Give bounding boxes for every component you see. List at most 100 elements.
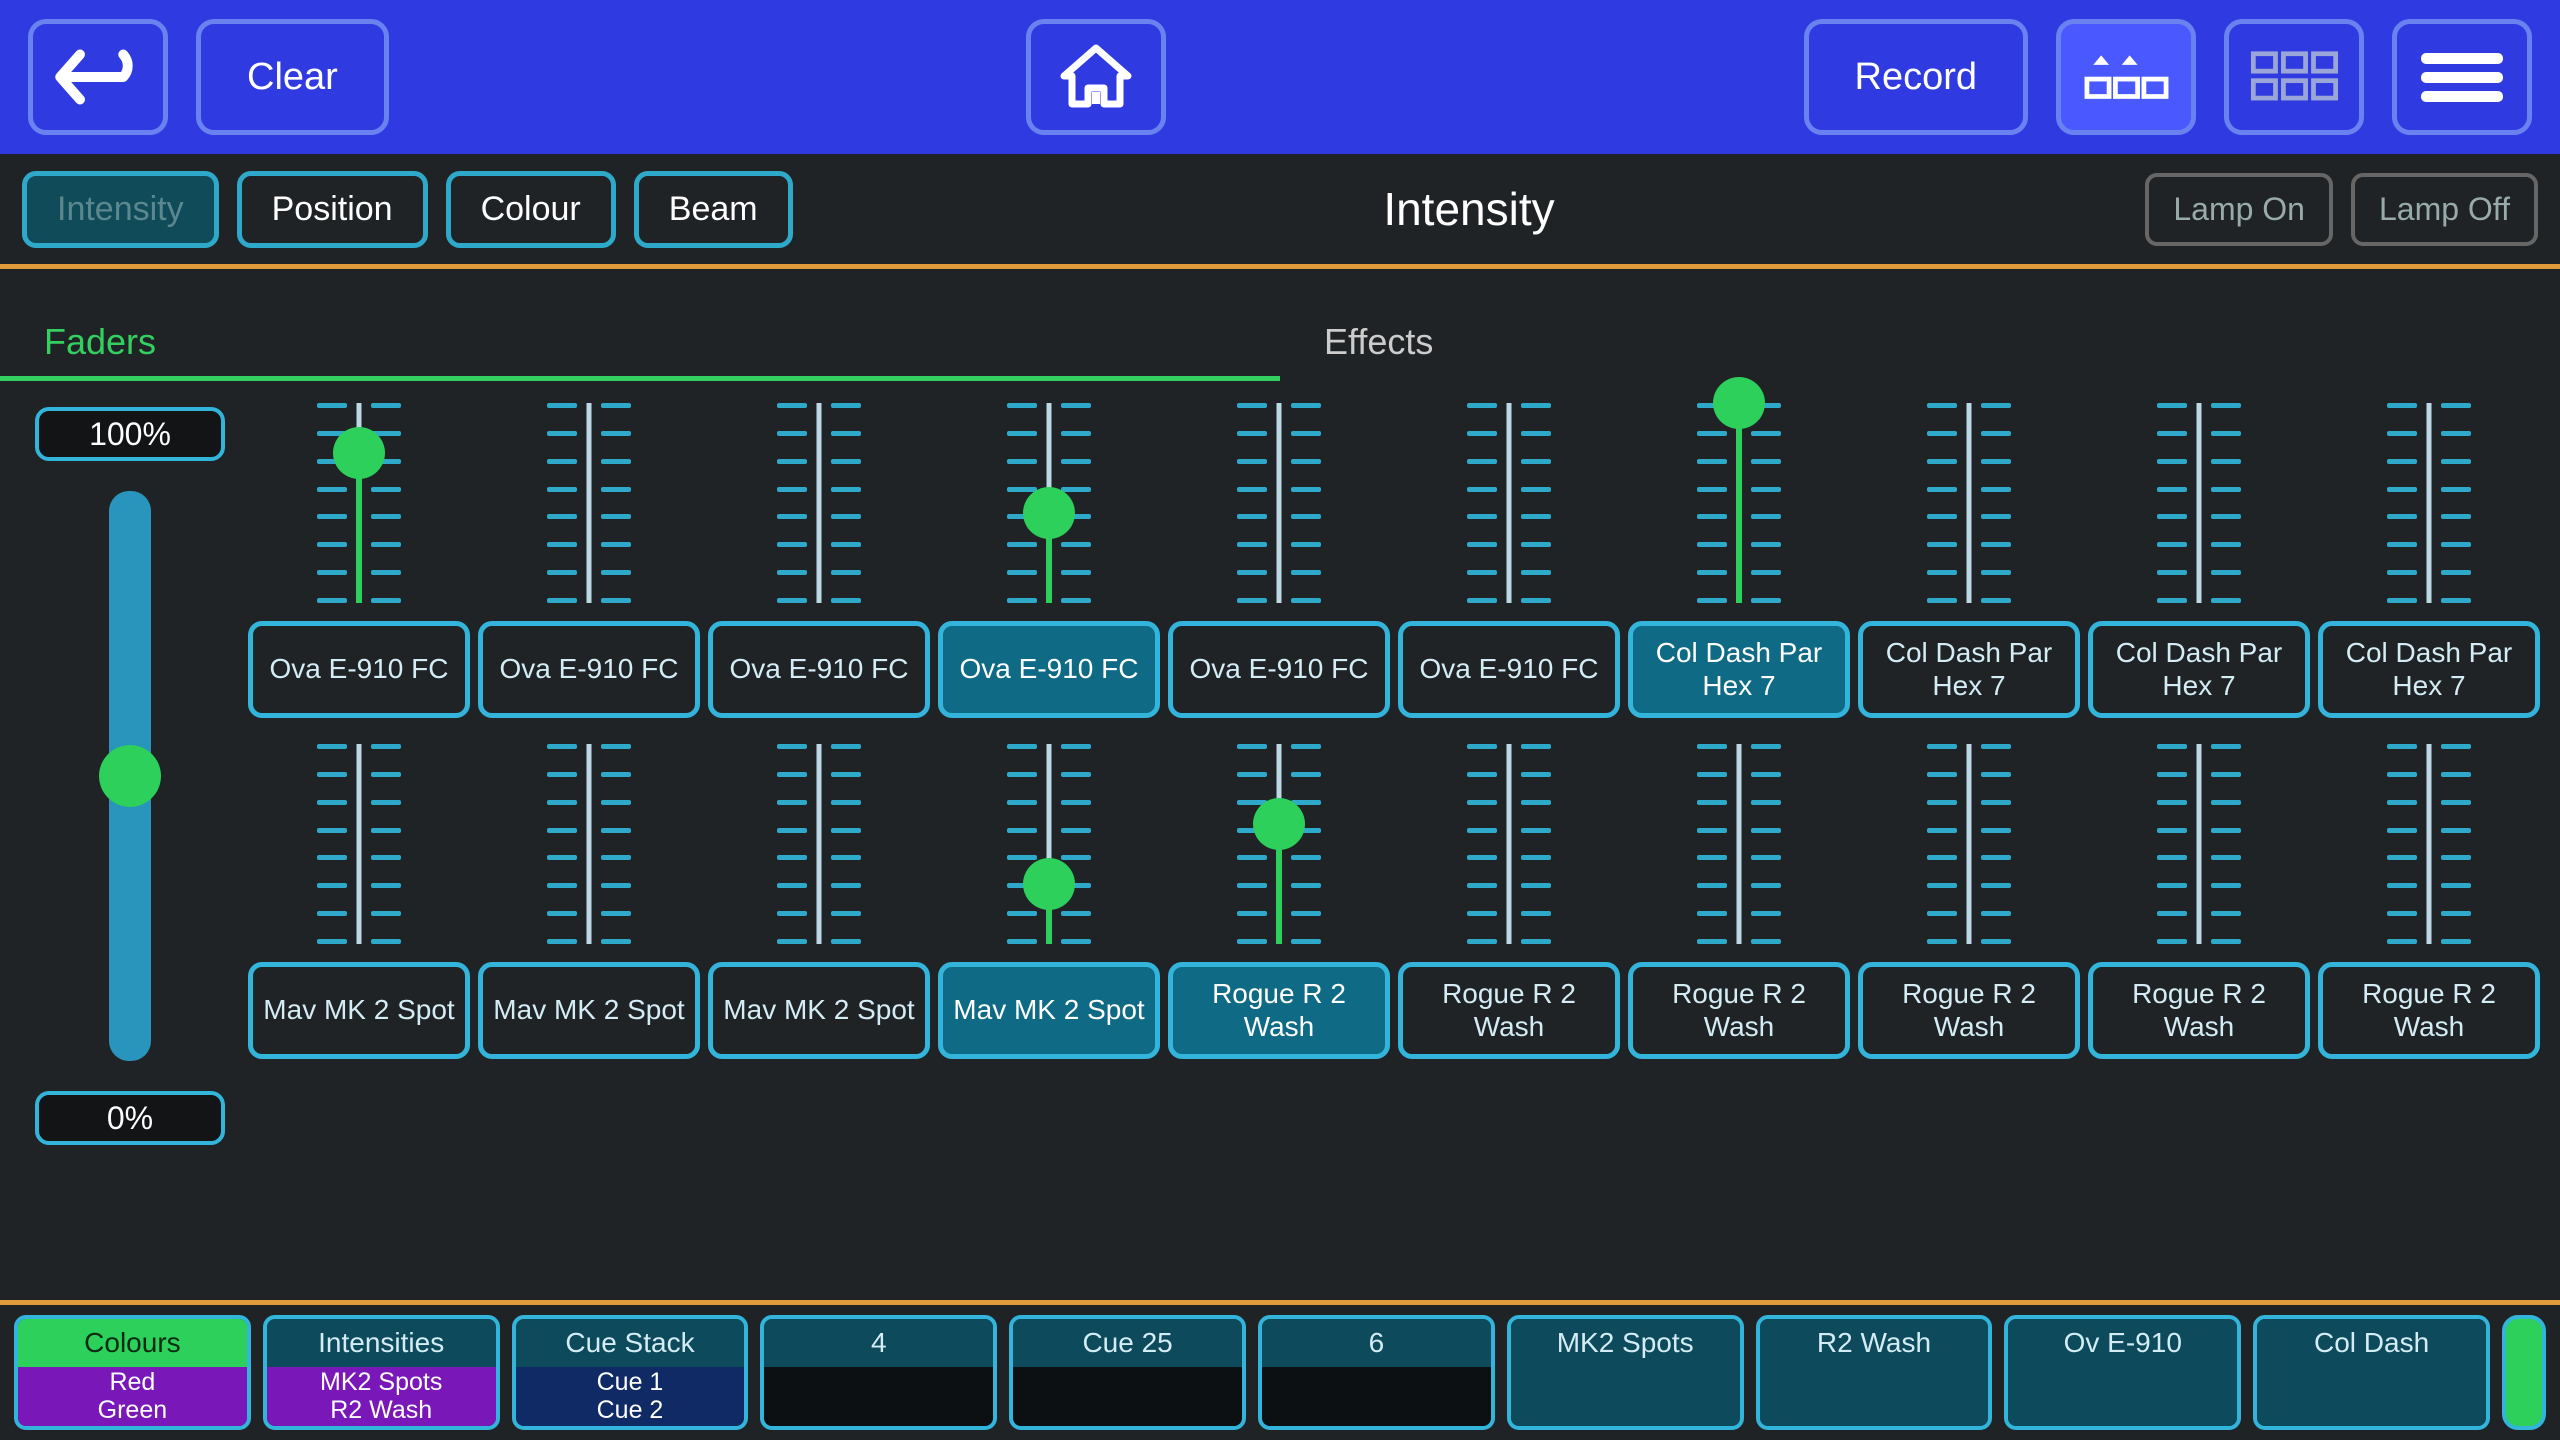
playback-slot[interactable]: Ov E-910	[2004, 1315, 2241, 1430]
tabs-row: Faders Effects	[0, 301, 2560, 381]
master-fader-column: 100% 0%	[20, 403, 240, 1145]
playback-slot[interactable]: MK2 Spots	[1507, 1315, 1744, 1430]
fixture-label[interactable]: Rogue R 2 Wash	[1398, 962, 1620, 1059]
fixture-label[interactable]: Rogue R 2 Wash	[1628, 962, 1850, 1059]
fixture-label[interactable]: Mav MK 2 Spot	[478, 962, 700, 1059]
record-button[interactable]: Record	[1804, 19, 2029, 135]
fixture-label[interactable]: Col Dash Par Hex 7	[1628, 621, 1850, 718]
master-min-label: 0%	[35, 1091, 225, 1145]
page-title: Intensity	[811, 182, 2128, 236]
playback-slot[interactable]: IntensitiesMK2 SpotsR2 Wash	[263, 1315, 500, 1430]
fixture-label[interactable]: Ova E-910 FC	[1398, 621, 1620, 718]
fixture-label[interactable]: Rogue R 2 Wash	[1858, 962, 2080, 1059]
fixture: Col Dash Par Hex 7	[1858, 403, 2080, 718]
fixture-fader[interactable]	[769, 403, 869, 603]
fixture: Rogue R 2 Wash	[1628, 744, 1850, 1059]
playback-body	[2008, 1367, 2237, 1426]
fixture-row: Ova E-910 FCOva E-910 FCOva E-910 FCOva …	[248, 403, 2540, 718]
fixture: Mav MK 2 Spot	[248, 744, 470, 1059]
fixture-fader[interactable]	[2379, 403, 2479, 603]
fixture-fader[interactable]	[1689, 744, 1789, 944]
playback-slot[interactable]: Cue StackCue 1Cue 2	[512, 1315, 749, 1430]
fixture-fader-thumb[interactable]	[1253, 798, 1305, 850]
tab-effects-label: Effects	[1324, 321, 1433, 362]
playback-body: RedGreen	[18, 1367, 247, 1426]
fixture-label[interactable]: Col Dash Par Hex 7	[1858, 621, 2080, 718]
attribute-beam[interactable]: Beam	[634, 171, 793, 248]
fixture-label[interactable]: Ova E-910 FC	[708, 621, 930, 718]
back-button[interactable]	[28, 19, 168, 135]
fixture-label[interactable]: Ova E-910 FC	[938, 621, 1160, 718]
fixture: Col Dash Par Hex 7	[1628, 403, 1850, 718]
fixture: Ova E-910 FC	[478, 403, 700, 718]
playback-slot[interactable]: ColoursRedGreen	[14, 1315, 251, 1430]
fixture-label[interactable]: Mav MK 2 Spot	[248, 962, 470, 1059]
fixture-fader[interactable]	[2149, 744, 2249, 944]
playback-body	[764, 1367, 993, 1426]
view-grid-button[interactable]	[2224, 19, 2364, 135]
fixture: Mav MK 2 Spot	[478, 744, 700, 1059]
lamp-off-button[interactable]: Lamp Off	[2351, 173, 2538, 246]
attribute-intensity[interactable]: Intensity	[22, 171, 219, 248]
attribute-colour[interactable]: Colour	[446, 171, 616, 248]
master-fader-thumb[interactable]	[99, 745, 161, 807]
playback-slot[interactable]: Cue 25	[1009, 1315, 1246, 1430]
tab-effects[interactable]: Effects	[1280, 321, 2560, 381]
fixture-label[interactable]: Ova E-910 FC	[1168, 621, 1390, 718]
fixture-label[interactable]: Mav MK 2 Spot	[708, 962, 930, 1059]
playback-head: 6	[1262, 1319, 1491, 1367]
fixture-fader-thumb[interactable]	[1023, 858, 1075, 910]
fixture-fader[interactable]	[1459, 744, 1559, 944]
playback-slot[interactable]: Col Dash	[2253, 1315, 2490, 1430]
playback-head: 4	[764, 1319, 993, 1367]
fixture: Col Dash Par Hex 7	[2088, 403, 2310, 718]
home-button[interactable]	[1026, 19, 1166, 135]
fixture: Ova E-910 FC	[938, 403, 1160, 718]
fixture-fader[interactable]	[539, 403, 639, 603]
fixture-fader[interactable]	[999, 744, 1099, 944]
playback-body	[1262, 1367, 1491, 1426]
fixture-fader[interactable]	[769, 744, 869, 944]
fixture: Ova E-910 FC	[1398, 403, 1620, 718]
fixture-fader-thumb[interactable]	[333, 427, 385, 479]
playback-head: Intensities	[267, 1319, 496, 1367]
fixture-label[interactable]: Rogue R 2 Wash	[2088, 962, 2310, 1059]
master-fader[interactable]	[109, 491, 151, 1061]
playback-body	[1760, 1367, 1989, 1426]
clear-button[interactable]: Clear	[196, 19, 389, 135]
fixture-fader[interactable]	[1229, 744, 1329, 944]
fixture-label[interactable]: Rogue R 2 Wash	[1168, 962, 1390, 1059]
fixture-fader[interactable]	[999, 403, 1099, 603]
playback-slot[interactable]: R2 Wash	[1756, 1315, 1993, 1430]
playback-head: Colours	[18, 1319, 247, 1367]
fixture-fader[interactable]	[539, 744, 639, 944]
tab-faders[interactable]: Faders	[0, 321, 1280, 381]
fixture-label[interactable]: Ova E-910 FC	[478, 621, 700, 718]
fixture-fader[interactable]	[309, 403, 409, 603]
playback-slot[interactable]: 4	[760, 1315, 997, 1430]
playback-head: R2 Wash	[1760, 1319, 1989, 1367]
fixture-label[interactable]: Col Dash Par Hex 7	[2318, 621, 2540, 718]
attribute-position[interactable]: Position	[237, 171, 428, 248]
fixture-fader-thumb[interactable]	[1023, 487, 1075, 539]
fixture-fader[interactable]	[1459, 403, 1559, 603]
fixture-fader[interactable]	[309, 744, 409, 944]
lamp-on-button[interactable]: Lamp On	[2145, 173, 2333, 246]
playback-slot[interactable]: 6	[1258, 1315, 1495, 1430]
fixture-label[interactable]: Col Dash Par Hex 7	[2088, 621, 2310, 718]
fixture-fader[interactable]	[1229, 403, 1329, 603]
go-button[interactable]	[2502, 1315, 2546, 1430]
menu-button[interactable]	[2392, 19, 2532, 135]
fixture-fader-thumb[interactable]	[1713, 377, 1765, 429]
playback-body	[1511, 1367, 1740, 1426]
view-faders-button[interactable]	[2056, 19, 2196, 135]
playback-head: Cue 25	[1013, 1319, 1242, 1367]
fixture-fader[interactable]	[1919, 403, 2019, 603]
fixture-label[interactable]: Rogue R 2 Wash	[2318, 962, 2540, 1059]
fixture-fader[interactable]	[2379, 744, 2479, 944]
fixture-label[interactable]: Mav MK 2 Spot	[938, 962, 1160, 1059]
fixture-fader[interactable]	[1919, 744, 2019, 944]
fixture-fader[interactable]	[2149, 403, 2249, 603]
fixture-fader[interactable]	[1689, 403, 1789, 603]
fixture-label[interactable]: Ova E-910 FC	[248, 621, 470, 718]
